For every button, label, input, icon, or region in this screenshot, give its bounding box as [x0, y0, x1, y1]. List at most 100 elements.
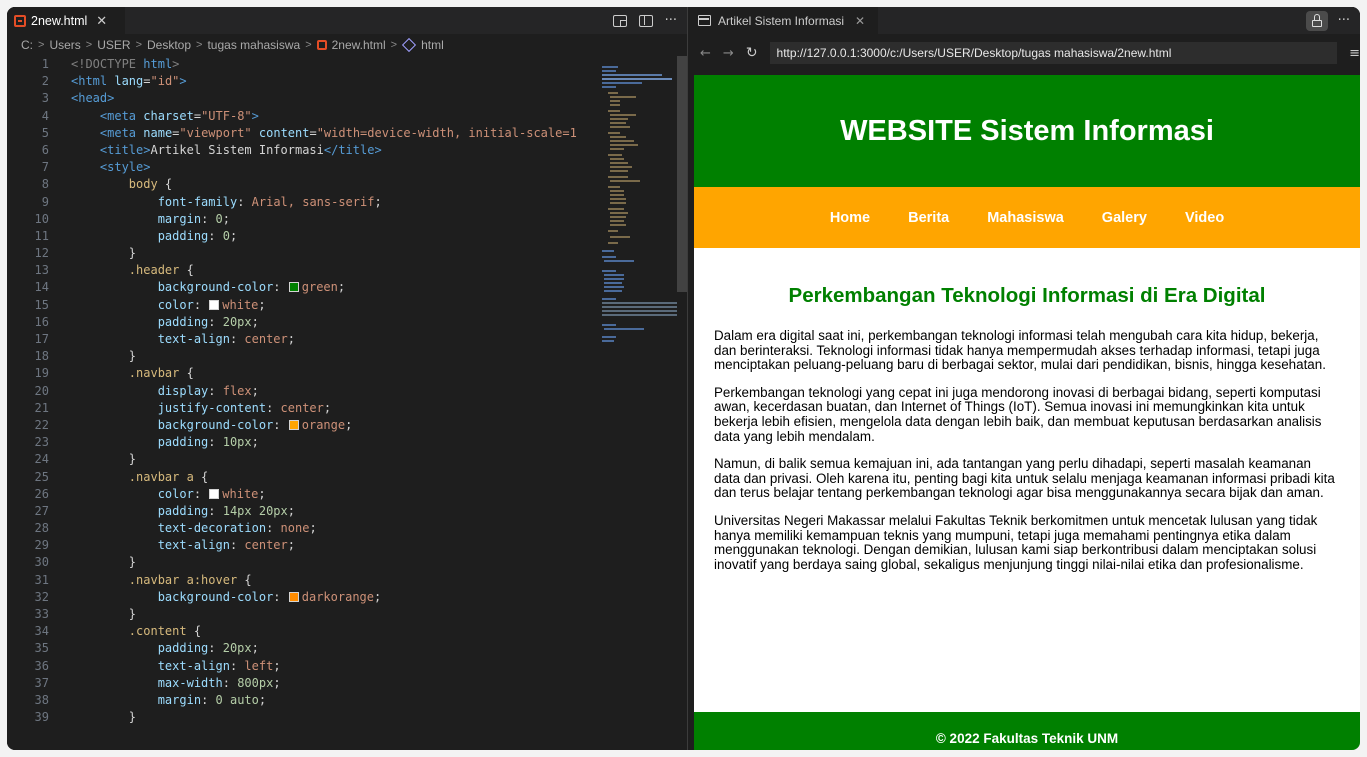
line-number: 10 [34, 211, 49, 226]
code-token: white [222, 486, 259, 501]
code-token: <style> [99, 160, 151, 175]
line-number: 1 [41, 57, 49, 71]
nav-link-video[interactable]: Video [1166, 196, 1243, 240]
code-line: 17 text-align: center; [7, 331, 592, 348]
code-line: 21 justify-content: center; [7, 400, 592, 417]
code-token: "id" [150, 74, 180, 89]
code-token: <head> [71, 91, 115, 106]
code-line: 33 } [7, 606, 592, 623]
close-icon[interactable]: ✕ [96, 14, 107, 29]
code-line: 8 body { [7, 176, 592, 193]
code-line: 13 .header { [7, 262, 592, 279]
code-line: 20 display: flex; [7, 383, 592, 400]
code-token: 0 [215, 211, 223, 226]
line-number: 8 [41, 177, 49, 192]
editor-scrollbar[interactable] [677, 56, 687, 750]
code-token: 0 auto [215, 692, 259, 707]
code-line: 31 .navbar a:hover { [7, 572, 592, 589]
menu-icon[interactable]: ≡ [1349, 46, 1360, 61]
code-token: orange [301, 417, 346, 432]
breadcrumb-item-drive[interactable]: C: [21, 38, 33, 52]
code-token: Artikel Sistem Informasi [150, 142, 324, 157]
scrollbar-thumb[interactable] [677, 56, 687, 292]
code-line: 5 <meta name="viewport" content="width=d… [7, 125, 592, 142]
more-actions-icon[interactable]: ··· [1338, 13, 1350, 28]
breadcrumb-item-symbol[interactable]: html [421, 38, 444, 52]
code-token: padding [157, 641, 209, 656]
code-token: "UTF-8" [201, 108, 252, 123]
color-swatch[interactable] [288, 282, 299, 293]
editor-tab-2new-html[interactable]: 2new.html ✕ [7, 7, 125, 34]
code-line: 4 <meta charset="UTF-8"> [7, 108, 592, 125]
code-token: content [258, 125, 310, 140]
breadcrumb-item-user[interactable]: USER [97, 38, 130, 52]
breadcrumb-item-folder[interactable]: tugas mahasiswa [207, 38, 300, 52]
back-arrow-icon[interactable]: ← [700, 46, 711, 61]
color-swatch[interactable] [288, 591, 299, 602]
line-number: 16 [34, 314, 49, 329]
site-navbar: Home Berita Mahasiswa Galery Video [694, 187, 1360, 248]
symbol-element-icon [402, 37, 417, 53]
html5-file-icon [316, 40, 327, 50]
breadcrumb-item-users[interactable]: Users [49, 38, 80, 52]
browser-tab[interactable]: Artikel Sistem Informasi ✕ [688, 7, 878, 34]
editor-tab-bar: 2new.html ✕ ··· [7, 7, 687, 34]
line-number: 12 [34, 246, 49, 261]
code-area[interactable]: 1 <!DOCTYPE html> 2 <html lang="id"> 3 <hea… [7, 56, 592, 750]
code-line: 26 color: white; [7, 486, 592, 503]
code-token: Arial, sans-serif [251, 194, 375, 209]
site-footer: © 2022 Fakultas Teknik UNM [694, 712, 1360, 750]
line-number: 20 [34, 383, 49, 398]
color-swatch[interactable] [288, 419, 299, 430]
line-number: 35 [34, 641, 49, 656]
code-line: 23 padding: 10px; [7, 434, 592, 451]
line-number: 36 [34, 658, 49, 673]
code-token: > [172, 57, 180, 71]
code-token: <meta [99, 108, 137, 123]
open-preview-icon[interactable] [612, 14, 627, 27]
code-line: 15 color: white; [7, 297, 592, 314]
code-line: 24 } [7, 451, 592, 468]
nav-link-galery[interactable]: Galery [1083, 196, 1166, 240]
line-number: 14 [34, 280, 49, 295]
nav-link-berita[interactable]: Berita [889, 196, 968, 240]
forward-arrow-icon[interactable]: → [723, 46, 734, 61]
chevron-right-icon: > [196, 39, 203, 51]
line-number: 28 [34, 521, 49, 536]
code-line: 36 text-align: left; [7, 658, 592, 675]
chevron-right-icon: > [85, 39, 93, 51]
code-token: </title> [323, 142, 382, 157]
line-number: 23 [34, 435, 49, 450]
nav-link-mahasiswa[interactable]: Mahasiswa [968, 196, 1083, 240]
code-line: 10 margin: 0; [7, 211, 592, 228]
article-title: Perkembangan Teknologi Informasi di Era … [788, 284, 1266, 307]
code-token: justify-content [157, 400, 267, 415]
code-token: max-width [157, 675, 223, 690]
chevron-right-icon: > [390, 39, 398, 51]
url-input[interactable]: http://127.0.0.1:3000/c:/Users/USER/Desk… [769, 42, 1338, 64]
code-token: padding [157, 435, 209, 450]
color-swatch[interactable] [209, 488, 220, 499]
code-line: 25 .navbar a { [7, 469, 592, 486]
color-swatch[interactable] [209, 299, 220, 310]
code-token: html [143, 57, 173, 71]
minimap[interactable] [592, 56, 678, 750]
breadcrumb: C: > Users > USER > Desktop > tugas maha… [7, 34, 687, 56]
code-token: 800px [237, 675, 274, 690]
code-token: 10px [222, 435, 252, 450]
code-line: 1 <!DOCTYPE html> [7, 56, 592, 73]
line-number: 5 [41, 125, 49, 140]
code-token: <html [71, 74, 108, 89]
lock-icon[interactable] [1305, 10, 1328, 31]
nav-link-home[interactable]: Home [811, 196, 889, 240]
code-token: 0 [222, 228, 230, 243]
split-editor-icon[interactable] [638, 14, 653, 27]
code-token: margin [157, 211, 202, 226]
line-number: 2 [41, 74, 49, 89]
code-token: center [244, 332, 288, 346]
breadcrumb-item-file[interactable]: 2new.html [332, 38, 386, 52]
close-icon[interactable]: ✕ [855, 14, 865, 28]
more-actions-icon[interactable]: ··· [665, 13, 677, 28]
reload-icon[interactable]: ↻ [746, 45, 758, 61]
breadcrumb-item-desktop[interactable]: Desktop [147, 38, 191, 52]
